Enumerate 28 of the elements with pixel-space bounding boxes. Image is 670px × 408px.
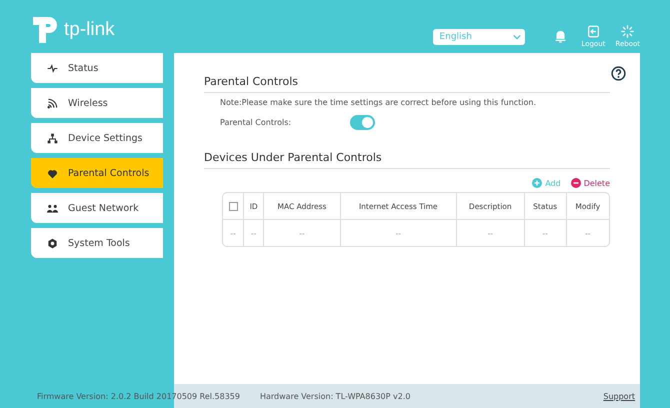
delete-button[interactable]: Delete [570, 178, 610, 188]
logout-icon [586, 25, 600, 38]
section-title: Parental Controls [204, 75, 610, 93]
checkbox[interactable] [228, 202, 238, 211]
sidebar-item[interactable]: System Tools [31, 228, 163, 258]
section-title: Devices Under Parental Controls [204, 151, 610, 169]
heart-icon [47, 168, 58, 178]
plus-icon [532, 178, 542, 188]
network-icon [47, 132, 58, 144]
sidebar-item[interactable]: Status [31, 53, 163, 83]
toggle-label: Parental Controls: [220, 118, 292, 127]
logo-text: tp-link [64, 18, 115, 40]
sidebar-item[interactable]: Wireless [31, 88, 163, 118]
caret-icon [513, 34, 522, 40]
bell-icon [554, 30, 567, 43]
note-text: Note:Please make sure the time settings are correct before using this function. [220, 98, 538, 107]
sidebar-item[interactable]: Guest Network [31, 193, 163, 223]
loading-spinner-icon [621, 25, 634, 38]
sidebar-item[interactable]: Device Settings [31, 123, 163, 153]
toggle-switch[interactable] [350, 115, 375, 130]
hardware-version: Hardware Version: TL-WPA8630P v2.0 [260, 392, 410, 400]
users-icon [47, 202, 58, 214]
wifi-icon [47, 98, 58, 108]
help-icon[interactable] [611, 66, 626, 81]
minus-icon [570, 178, 581, 188]
sidebar-item[interactable]: Parental Controls [31, 158, 163, 188]
pulse-icon [47, 62, 58, 74]
support-link[interactable]: Support [603, 392, 635, 400]
